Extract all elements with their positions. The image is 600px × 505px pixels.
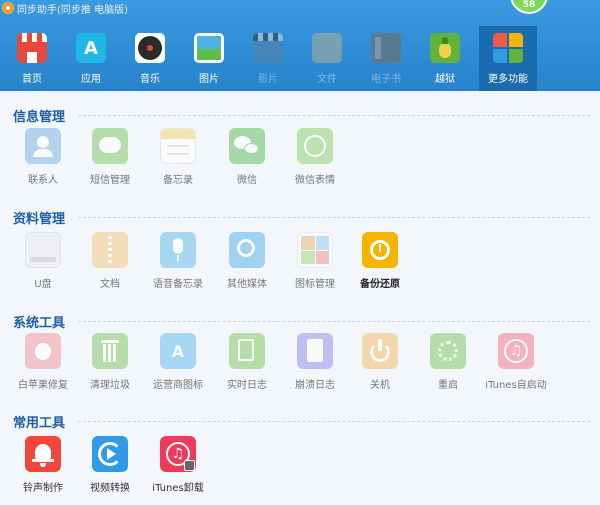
- top-bar: 同步助手(同步推 电脑版) 58 首页 A 应用 音乐 图片 影片 文件 电子书…: [0, 0, 600, 91]
- tile-label: 语音备忘录: [153, 279, 203, 290]
- window-title: 同步助手(同步推 电脑版): [17, 5, 128, 16]
- toolbar-item-more[interactable]: 更多功能: [479, 26, 537, 91]
- toolbar-item-photos[interactable]: 图片: [180, 26, 238, 91]
- toolbar-label: 文件: [317, 74, 337, 85]
- itunes-uninstall-icon: ♫: [160, 436, 196, 472]
- power-icon: [362, 333, 398, 369]
- tile-documents[interactable]: 文档: [78, 232, 142, 302]
- section-title-data: 资料管理: [13, 212, 66, 227]
- toolbar-item-apps[interactable]: A 应用: [62, 26, 120, 91]
- tile-contacts[interactable]: 联系人: [11, 128, 75, 198]
- wechat-icon: [229, 128, 265, 164]
- tile-itunes-autostart[interactable]: ♫ iTunes自启动: [484, 333, 548, 403]
- section-divider: [78, 421, 590, 422]
- toolbar-label: 更多功能: [488, 74, 528, 85]
- toolbar-item-jailbreak[interactable]: 越狱: [416, 26, 474, 91]
- folder-icon: [312, 33, 342, 63]
- tile-video-convert[interactable]: 视频转换: [78, 436, 142, 505]
- app-logo-icon: [2, 2, 14, 14]
- toolbar-item-files[interactable]: 文件: [298, 26, 356, 91]
- realtime-log-icon: [229, 333, 265, 369]
- toolbar-label: 首页: [22, 74, 42, 85]
- toolbar-label: 影片: [258, 74, 278, 85]
- section-title-system: 系统工具: [13, 316, 66, 331]
- usb-drive-icon: [25, 232, 61, 268]
- main-toolbar: 首页 A 应用 音乐 图片 影片 文件 电子书 越狱 更多功能: [0, 26, 600, 91]
- book-icon: [371, 33, 401, 63]
- toolbar-item-music[interactable]: 音乐: [121, 26, 179, 91]
- toolbar-label: 电子书: [371, 74, 401, 85]
- apple-repair-icon: [25, 333, 61, 369]
- backup-restore-icon: [362, 232, 398, 268]
- section-divider: [78, 115, 590, 116]
- document-icon: [92, 232, 128, 268]
- section-divider: [78, 217, 590, 218]
- toolbar-label: 音乐: [140, 74, 160, 85]
- tile-icon-manager[interactable]: 图标管理: [283, 232, 347, 302]
- tile-label: 运营商图标: [153, 380, 203, 391]
- title-bar: 同步助手(同步推 电脑版): [0, 0, 600, 16]
- toolbar-label: 应用: [81, 74, 101, 85]
- contacts-icon: [25, 128, 61, 164]
- restart-icon: [430, 333, 466, 369]
- tile-realtime-log[interactable]: 实时日志: [215, 333, 279, 403]
- tile-label: 备份还原: [360, 279, 400, 290]
- sms-icon: [92, 128, 128, 164]
- tile-wechat[interactable]: 微信: [215, 128, 279, 198]
- icon-grid-icon: [297, 232, 333, 268]
- section-title-info: 信息管理: [13, 110, 66, 125]
- tile-crash-log[interactable]: 崩溃日志: [283, 333, 347, 403]
- tiles-icon: [493, 33, 523, 63]
- media-search-icon: [229, 232, 265, 268]
- tile-label: iTunes自启动: [485, 380, 547, 391]
- tile-backup-restore[interactable]: 备份还原: [348, 232, 412, 302]
- section-title-common: 常用工具: [13, 416, 66, 431]
- trash-icon: [92, 333, 128, 369]
- toolbar-item-ebooks[interactable]: 电子书: [357, 26, 415, 91]
- pineapple-icon: [430, 33, 460, 63]
- tile-wechat-emoji[interactable]: 微信表情: [283, 128, 347, 198]
- toolbar-item-home[interactable]: 首页: [3, 26, 61, 91]
- bell-icon: [25, 436, 61, 472]
- crash-log-icon: [297, 333, 333, 369]
- tile-ringtone-maker[interactable]: 铃声制作: [11, 436, 75, 505]
- itunes-autostart-icon: ♫: [498, 333, 534, 369]
- tile-label: iTunes卸载: [152, 483, 204, 494]
- tile-notes[interactable]: 备忘录: [146, 128, 210, 198]
- video-convert-icon: [92, 436, 128, 472]
- tile-clean-junk[interactable]: 清理垃圾: [78, 333, 142, 403]
- carrier-antenna-icon: A: [160, 333, 196, 369]
- microphone-icon: [160, 232, 196, 268]
- photo-icon: [194, 33, 224, 63]
- toolbar-item-movies[interactable]: 影片: [239, 26, 297, 91]
- tile-shutdown[interactable]: 关机: [348, 333, 412, 403]
- tile-itunes-uninstall[interactable]: ♫ iTunes卸载: [146, 436, 210, 505]
- tile-carrier-icon[interactable]: A 运营商图标: [146, 333, 210, 403]
- tile-voice-memo[interactable]: 语音备忘录: [146, 232, 210, 302]
- film-clapper-icon: [253, 33, 283, 63]
- app-store-icon: A: [76, 33, 106, 63]
- tile-usb-drive[interactable]: U盘: [11, 232, 75, 302]
- toolbar-label: 越狱: [435, 74, 455, 85]
- tile-apple-repair[interactable]: 白苹果修复: [11, 333, 75, 403]
- tile-sms[interactable]: 短信管理: [78, 128, 142, 198]
- tile-other-media[interactable]: 其他媒体: [215, 232, 279, 302]
- tile-restart[interactable]: 重启: [416, 333, 480, 403]
- home-icon: [17, 33, 47, 63]
- tile-label: 微信表情: [295, 175, 335, 186]
- notes-icon: [160, 128, 196, 164]
- music-disc-icon: [135, 33, 165, 63]
- tile-label: 备忘录: [163, 175, 193, 186]
- emoji-icon: [297, 128, 333, 164]
- toolbar-label: 图片: [199, 74, 219, 85]
- section-divider: [78, 321, 590, 322]
